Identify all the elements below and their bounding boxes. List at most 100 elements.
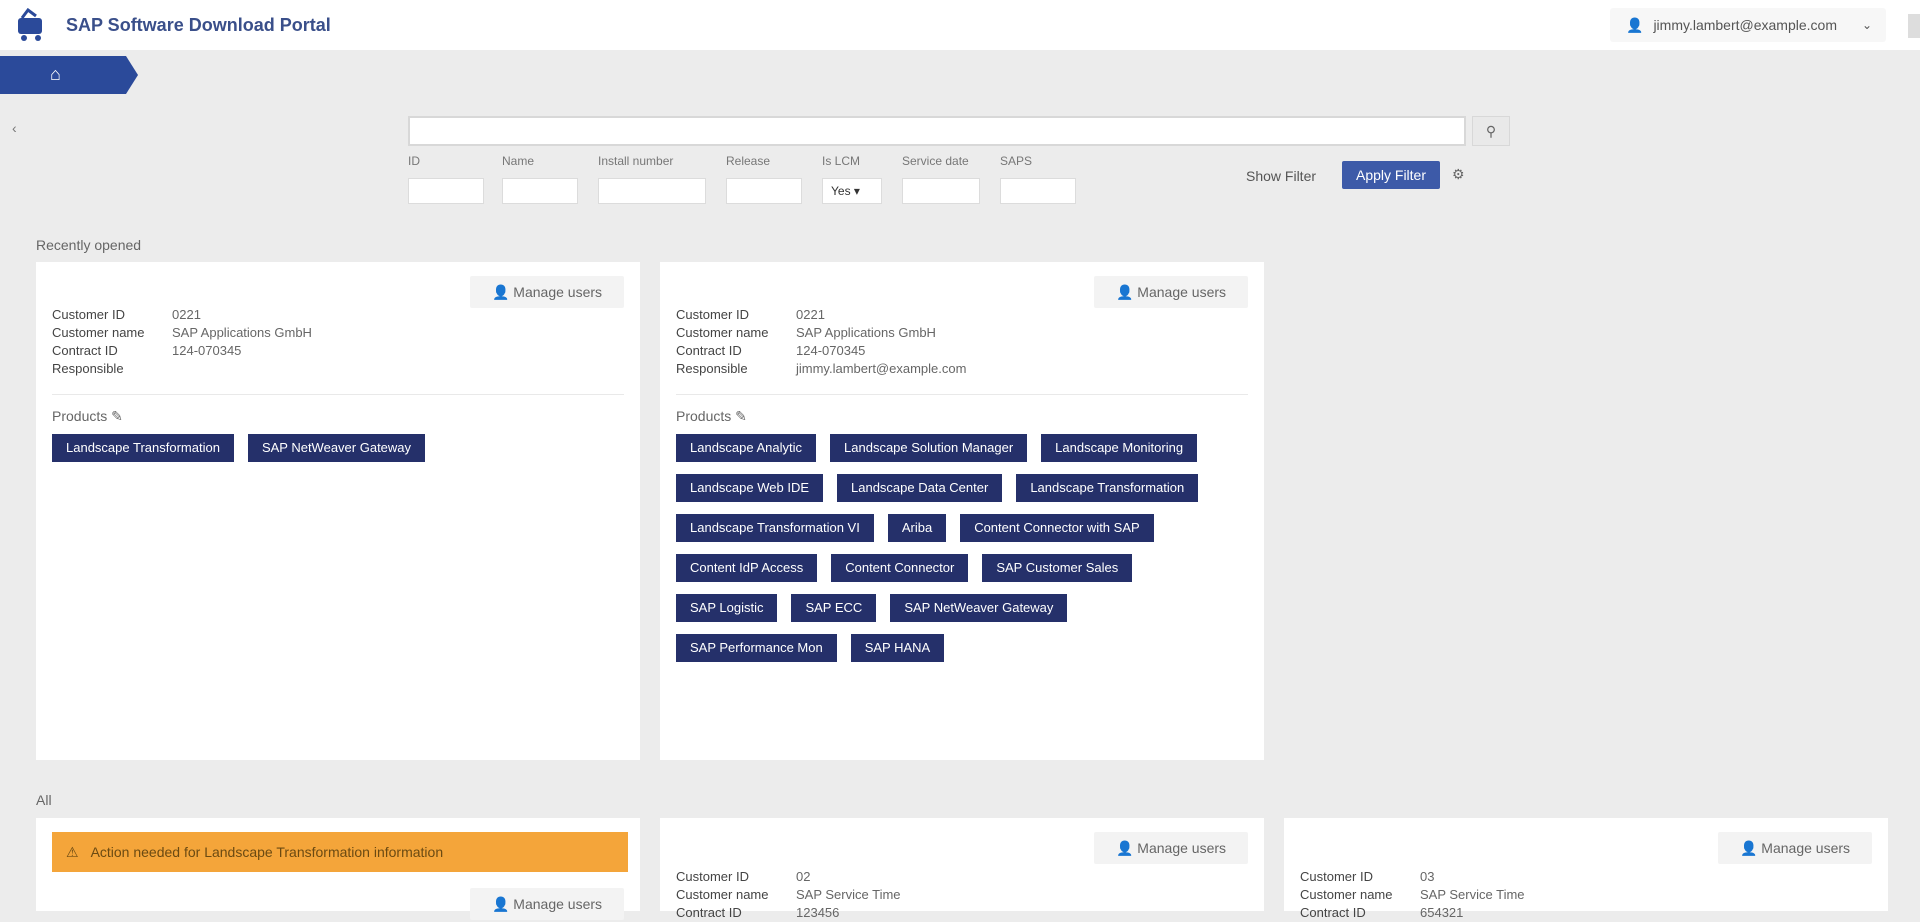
products-label-text: Products xyxy=(676,408,732,424)
filter-label: ID xyxy=(408,154,420,168)
manage-users-button[interactable]: 👤 Manage users xyxy=(1094,276,1248,308)
product-tag[interactable]: Content Connector with SAP xyxy=(960,514,1154,542)
product-tag[interactable]: Landscape Analytic xyxy=(676,434,817,462)
manage-users-label: Manage users xyxy=(1137,840,1227,856)
filter-saps-input[interactable] xyxy=(1000,178,1076,204)
app-title: SAP Software Download Portal xyxy=(66,15,331,35)
user-menu[interactable]: 👤 jimmy.lambert@example.com ⌄ xyxy=(1610,8,1886,42)
apply-filter-button[interactable]: Apply Filter xyxy=(1342,161,1440,189)
warning-icon: ⚠ xyxy=(66,844,79,860)
product-tags: Landscape Analytic Landscape Solution Ma… xyxy=(676,434,1250,674)
home-nav-ribbon[interactable]: ⌂ xyxy=(0,56,138,94)
product-tag[interactable]: Content Connector xyxy=(831,554,969,582)
select-value: Yes xyxy=(831,184,851,198)
info-value: 03 xyxy=(1420,869,1435,884)
product-tag[interactable]: Landscape Web IDE xyxy=(676,474,823,502)
manage-users-button[interactable]: 👤 Manage users xyxy=(470,888,624,920)
cart-logo-icon xyxy=(18,8,42,41)
search-button[interactable]: ⚲ xyxy=(1472,116,1510,146)
search-input[interactable] xyxy=(408,116,1466,146)
info-key: Customer ID xyxy=(52,307,125,322)
info-key: Contract ID xyxy=(676,343,742,358)
filter-service-date-input[interactable] xyxy=(902,178,980,204)
customer-card: 👤 Manage users Customer ID 02 Customer na… xyxy=(660,818,1264,920)
filter-install-number-input[interactable] xyxy=(598,178,706,204)
users-icon: 👤 xyxy=(1115,840,1134,856)
filter-name: Name xyxy=(502,154,578,204)
info-value: 124-070345 xyxy=(172,343,242,358)
products-label: Products ✎ xyxy=(52,408,123,425)
info-value: SAP Service Time xyxy=(1420,887,1525,902)
top-bar: SAP Software Download Portal 👤 jimmy.lam… xyxy=(0,0,1920,50)
info-key: Contract ID xyxy=(52,343,118,358)
all-section-label: All xyxy=(36,792,52,808)
product-tag[interactable]: Landscape Transformation xyxy=(1016,474,1199,502)
product-tag[interactable]: Landscape Solution Manager xyxy=(830,434,1028,462)
warning-text: Action needed for Landscape Transformati… xyxy=(90,844,444,860)
product-tag[interactable]: Landscape Transformation xyxy=(52,434,234,462)
clear-filter-icon[interactable]: ⚙ xyxy=(1452,166,1465,183)
filter-name-input[interactable] xyxy=(502,178,578,204)
info-value: SAP Service Time xyxy=(796,887,901,902)
manage-users-button[interactable]: 👤 Manage users xyxy=(470,276,624,308)
chevron-down-icon: ▾ xyxy=(853,184,860,198)
product-tag[interactable]: SAP NetWeaver Gateway xyxy=(890,594,1068,622)
filter-id: ID xyxy=(408,154,484,204)
customer-card: 👤 Manage users Customer ID 0221 Customer … xyxy=(36,262,640,760)
info-value: SAP Applications GmbH xyxy=(796,325,936,340)
product-tag[interactable]: SAP Customer Sales xyxy=(982,554,1133,582)
filter-id-input[interactable] xyxy=(408,178,484,204)
info-value: 0221 xyxy=(796,307,825,322)
product-tag[interactable]: Landscape Data Center xyxy=(837,474,1003,502)
manage-users-button[interactable]: 👤 Manage users xyxy=(1094,832,1248,864)
customer-card: ⚠ Action needed for Landscape Transformat… xyxy=(36,818,640,920)
info-value: 0221 xyxy=(172,307,201,322)
filter-label: Service date xyxy=(902,154,969,168)
filter-label: SAPS xyxy=(1000,154,1033,168)
filter-is-lcm-select[interactable]: Yes ▾ xyxy=(822,178,882,204)
product-tag[interactable]: Landscape Transformation VI xyxy=(676,514,874,542)
filter-label: Release xyxy=(726,154,771,168)
warning-banner: ⚠ Action needed for Landscape Transformat… xyxy=(52,832,628,872)
edit-icon[interactable]: ✎ xyxy=(735,408,747,424)
customer-card: 👤 Manage users Customer ID 03 Customer na… xyxy=(1284,818,1888,920)
product-tag[interactable]: SAP ECC xyxy=(791,594,877,622)
manage-users-label: Manage users xyxy=(1137,284,1227,300)
customer-info: Customer ID 0221 Customer name SAP Applica… xyxy=(676,306,966,378)
manage-users-label: Manage users xyxy=(513,284,603,300)
info-key: Contract ID xyxy=(676,905,742,920)
filter-label: Install number xyxy=(598,154,674,168)
product-tag[interactable]: SAP NetWeaver Gateway xyxy=(247,434,426,462)
product-tag[interactable]: Content IdP Access xyxy=(676,554,818,582)
customer-info: Customer ID 03 Customer name SAP Service T… xyxy=(1300,868,1525,922)
info-key: Responsible xyxy=(52,361,124,376)
product-tag[interactable]: SAP Performance Mon xyxy=(676,634,837,662)
user-icon: 👤 xyxy=(1626,16,1644,33)
manage-users-label: Manage users xyxy=(513,896,603,912)
side-panel-tab[interactable] xyxy=(1908,14,1920,38)
filter-release-input[interactable] xyxy=(726,178,802,204)
info-key: Responsible xyxy=(676,361,748,376)
product-tags: Landscape Transformation SAP NetWeaver G… xyxy=(52,434,626,474)
back-arrow-icon[interactable]: ‹ xyxy=(12,120,17,136)
products-label-text: Products xyxy=(52,408,108,424)
filter-service-date: Service date xyxy=(902,154,980,204)
filter-saps: SAPS xyxy=(1000,154,1076,204)
users-icon: 👤 xyxy=(491,284,510,300)
manage-users-button[interactable]: 👤 Manage users xyxy=(1718,832,1872,864)
info-key: Contract ID xyxy=(1300,905,1366,920)
info-key: Customer ID xyxy=(1300,869,1373,884)
info-key: Customer name xyxy=(52,325,145,340)
info-value: 124-070345 xyxy=(796,343,866,358)
filter-label: Is LCM xyxy=(822,154,861,168)
info-key: Customer ID xyxy=(676,307,749,322)
product-tag[interactable]: Ariba xyxy=(887,514,947,542)
info-key: Customer name xyxy=(676,887,769,902)
info-value: 02 xyxy=(796,869,811,884)
product-tag[interactable]: Landscape Monitoring xyxy=(1041,434,1198,462)
edit-icon[interactable]: ✎ xyxy=(111,408,123,424)
product-tag[interactable]: SAP Logistic xyxy=(676,594,778,622)
product-tag[interactable]: SAP HANA xyxy=(850,634,945,662)
info-value: 654321 xyxy=(1420,905,1464,920)
show-filter-link[interactable]: Show Filter xyxy=(1246,168,1316,184)
